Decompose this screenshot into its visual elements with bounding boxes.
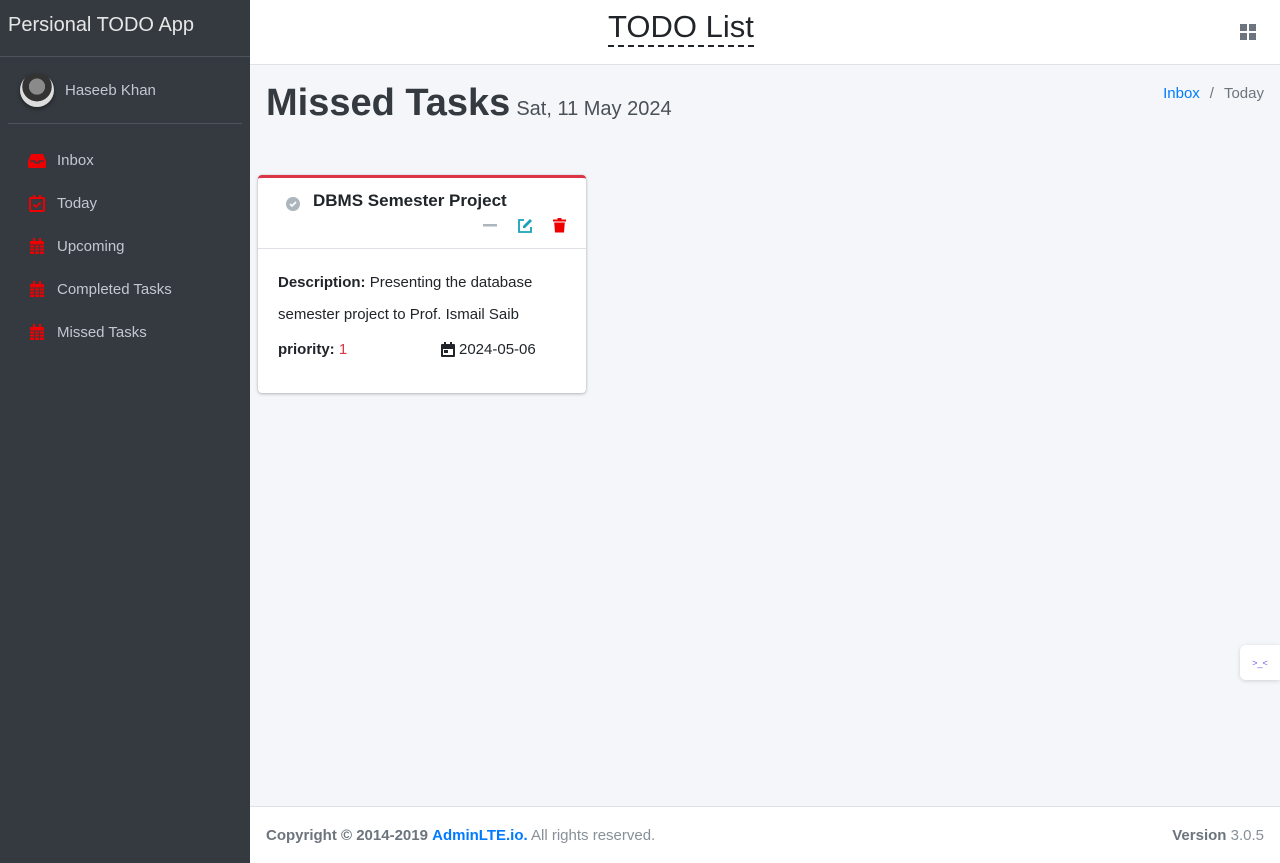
user-panel: Haseeb Khan <box>8 57 242 124</box>
side-widget-icon[interactable]: >_< <box>1240 645 1280 680</box>
sidebar-item-missed-tasks[interactable]: Missed Tasks <box>8 311 242 354</box>
task-description: Description: Presenting the database sem… <box>278 267 566 331</box>
delete-button[interactable] <box>551 217 568 234</box>
calendar-icon <box>28 281 46 299</box>
breadcrumb-today: Today <box>1223 85 1264 102</box>
app-title: TODO List <box>608 9 754 47</box>
task-due: 2024-05-06 <box>441 341 536 358</box>
sidebar-item-upcoming[interactable]: Upcoming <box>8 225 242 268</box>
rights-text: All rights reserved. <box>531 826 656 844</box>
calendar-icon <box>28 238 46 256</box>
task-title: DBMS Semester Project <box>313 191 507 210</box>
trash-icon <box>553 218 566 233</box>
grid-icon[interactable] <box>1240 24 1256 40</box>
breadcrumb-inbox[interactable]: Inbox <box>1163 85 1200 102</box>
calendar-icon <box>441 342 455 357</box>
task-card: DBMS Semester Project Description: Prese… <box>258 175 586 393</box>
sidebar-item-today[interactable]: Today <box>8 182 242 225</box>
footer: Copyright © 2014-2019 AdminLTE.io. All r… <box>250 806 1280 863</box>
page-title: Missed Tasks <box>266 82 511 124</box>
breadcrumb: Inbox / Today <box>1163 85 1264 102</box>
content-header: Missed Tasks Sat, 11 May 2024 <box>266 82 672 125</box>
sidebar-item-label: Completed Tasks <box>57 281 172 298</box>
check-circle-icon[interactable] <box>286 197 300 211</box>
priority-value: 1 <box>338 341 348 358</box>
inbox-icon <box>28 152 46 170</box>
avatar[interactable] <box>20 73 54 107</box>
copyright-text: Copyright © 2014-2019 <box>266 826 428 844</box>
edit-icon <box>517 218 532 233</box>
brand-title[interactable]: Persional TODO App <box>0 0 250 57</box>
task-card-body: Description: Presenting the database sem… <box>258 249 586 376</box>
adminlte-link[interactable]: AdminLTE.io. <box>432 827 528 844</box>
footer-copyright: Copyright © 2014-2019 AdminLTE.io. All r… <box>266 827 655 844</box>
priority-label: priority: <box>278 341 335 358</box>
edit-button[interactable] <box>516 217 533 234</box>
sidebar-item-inbox[interactable]: Inbox <box>8 139 242 182</box>
sidebar-item-label: Upcoming <box>57 238 125 255</box>
sidebar-item-label: Today <box>57 195 98 212</box>
task-tools <box>481 217 568 234</box>
collapse-button[interactable] <box>481 217 498 234</box>
sidebar-item-label: Inbox <box>57 152 94 169</box>
footer-version: Version 3.0.5 <box>1172 827 1264 844</box>
calendar-icon <box>28 324 46 342</box>
sidebar-item-completed-tasks[interactable]: Completed Tasks <box>8 268 242 311</box>
sidebar-nav: Inbox Today Upcoming Completed Tasks Mis… <box>0 139 250 354</box>
user-name[interactable]: Haseeb Khan <box>65 82 156 99</box>
task-card-header: DBMS Semester Project <box>258 178 586 249</box>
top-navbar: TODO List <box>250 0 1280 65</box>
due-date: 2024-05-06 <box>459 341 536 358</box>
version-number: 3.0.5 <box>1230 826 1264 844</box>
version-label: Version <box>1172 826 1227 844</box>
task-priority: priority: 1 <box>278 341 441 358</box>
breadcrumb-separator: / <box>1209 85 1214 102</box>
calendar-check-icon <box>28 195 46 213</box>
page-date: Sat, 11 May 2024 <box>516 98 672 120</box>
sidebar-item-label: Missed Tasks <box>57 324 147 341</box>
task-meta: priority: 1 2024-05-06 <box>278 341 566 358</box>
description-label: Description: <box>278 274 366 291</box>
sidebar: Persional TODO App Haseeb Khan Inbox Tod… <box>0 0 250 863</box>
